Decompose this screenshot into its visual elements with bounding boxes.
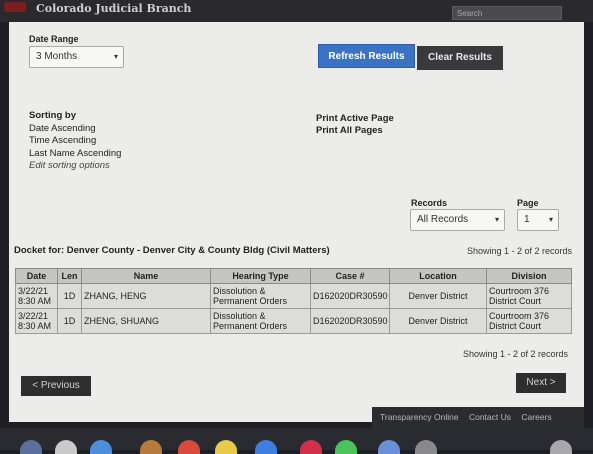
division-cell: Courtroom 376 District Court — [486, 308, 572, 334]
footer-link-transparency[interactable]: Transparency Online — [380, 412, 459, 422]
dock — [0, 428, 593, 454]
case-number-cell: D162020DR30590 — [310, 308, 390, 334]
date-range-label: Date Range — [29, 34, 79, 44]
print-links: Print Active Page Print All Pages — [316, 113, 394, 137]
finder-icon[interactable] — [20, 440, 42, 454]
column-header[interactable]: Hearing Type — [210, 268, 311, 284]
column-header[interactable]: Date — [15, 268, 58, 284]
chevron-down-icon: ▾ — [494, 215, 499, 224]
chevron-down-icon: ▾ — [113, 52, 118, 61]
search-input[interactable]: Search — [452, 6, 562, 20]
trash-icon[interactable] — [550, 440, 572, 454]
division-cell: Courtroom 376 District Court — [486, 283, 572, 309]
length-cell: 1D — [57, 283, 82, 309]
column-header[interactable]: Name — [81, 268, 211, 284]
footer-link-careers[interactable]: Careers — [521, 412, 551, 422]
table-header-row: Date Len Name Hearing Type Case # Locati… — [15, 268, 572, 284]
sort-line: Last Name Ascending — [29, 147, 122, 159]
hearing-type-cell: Dissolution & Permanent Orders — [210, 308, 311, 334]
calendar-icon[interactable] — [178, 440, 200, 454]
print-all-pages-link[interactable]: Print All Pages — [316, 125, 394, 137]
records-count-top: Showing 1 - 2 of 2 records — [467, 246, 573, 256]
edit-sorting-link[interactable]: Edit sorting options — [29, 160, 121, 173]
column-header[interactable]: Division — [486, 268, 572, 284]
records-label: Records — [411, 198, 448, 208]
records-select[interactable]: All Records ▾ — [410, 209, 505, 231]
footer-link-contact[interactable]: Contact Us — [469, 412, 511, 422]
footer-bar: Transparency Online Contact Us Careers — [372, 407, 584, 428]
mail-icon[interactable] — [90, 440, 112, 454]
sort-line: Time Ascending — [29, 135, 97, 146]
chevron-down-icon: ▾ — [548, 215, 553, 224]
column-header[interactable]: Location — [389, 268, 487, 284]
app-title: Colorado Judicial Branch — [36, 2, 192, 15]
previous-button[interactable]: < Previous — [21, 376, 91, 396]
page-select[interactable]: 1 ▾ — [517, 209, 559, 231]
records-count-bottom: Showing 1 - 2 of 2 records — [463, 349, 569, 359]
page-value: 1 — [524, 214, 530, 225]
clear-results-button[interactable]: Clear Results — [417, 46, 503, 70]
next-button[interactable]: Next > — [516, 373, 566, 393]
docket-title: Docket for: Denver County - Denver City … — [14, 245, 330, 256]
print-active-page-link[interactable]: Print Active Page — [316, 113, 394, 125]
messages-icon[interactable] — [335, 440, 357, 454]
notes-icon[interactable] — [215, 440, 237, 454]
hearing-type-cell: Dissolution & Permanent Orders — [210, 283, 311, 309]
location-cell: Denver District — [389, 283, 487, 309]
name-cell: ZHENG, SHUANG — [81, 308, 211, 334]
name-cell: ZHANG, HENG — [81, 283, 211, 309]
top-bar: Colorado Judicial Branch Search — [0, 0, 593, 22]
table-row[interactable]: 3/22/21 8:30 AM 1D ZHENG, SHUANG Dissolut… — [15, 308, 572, 334]
column-header[interactable]: Case # — [310, 268, 390, 284]
app-icon[interactable] — [255, 440, 277, 454]
main-panel: Date Range 3 Months ▾ Refresh Results Cl… — [9, 22, 584, 428]
settings-icon[interactable] — [415, 440, 437, 454]
sorting-title: Sorting by — [29, 110, 76, 121]
music-icon[interactable] — [300, 440, 322, 454]
case-number-cell: D162020DR30590 — [310, 283, 390, 309]
date-cell: 3/22/21 8:30 AM — [15, 283, 58, 309]
location-cell: Denver District — [389, 308, 487, 334]
page-label: Page — [517, 198, 539, 208]
length-cell: 1D — [57, 308, 82, 334]
store-icon[interactable] — [378, 440, 400, 454]
chrome-icon[interactable] — [55, 440, 77, 454]
refresh-results-button[interactable]: Refresh Results — [318, 44, 415, 68]
records-value: All Records — [417, 214, 469, 225]
sort-line: Date Ascending — [29, 122, 96, 134]
date-range-value: 3 Months — [36, 51, 78, 62]
table-row[interactable]: 3/22/21 8:30 AM 1D ZHANG, HENG Dissolutio… — [15, 283, 572, 309]
date-range-select[interactable]: 3 Months ▾ — [29, 46, 124, 68]
sorting-info: Sorting by Date Ascending Time Ascending… — [29, 110, 121, 173]
docket-table: Date Len Name Hearing Type Case # Locati… — [15, 268, 572, 334]
column-header[interactable]: Len — [57, 268, 82, 284]
logo-icon — [4, 2, 26, 12]
date-cell: 3/22/21 8:30 AM — [15, 308, 58, 334]
photos-icon[interactable] — [140, 440, 162, 454]
